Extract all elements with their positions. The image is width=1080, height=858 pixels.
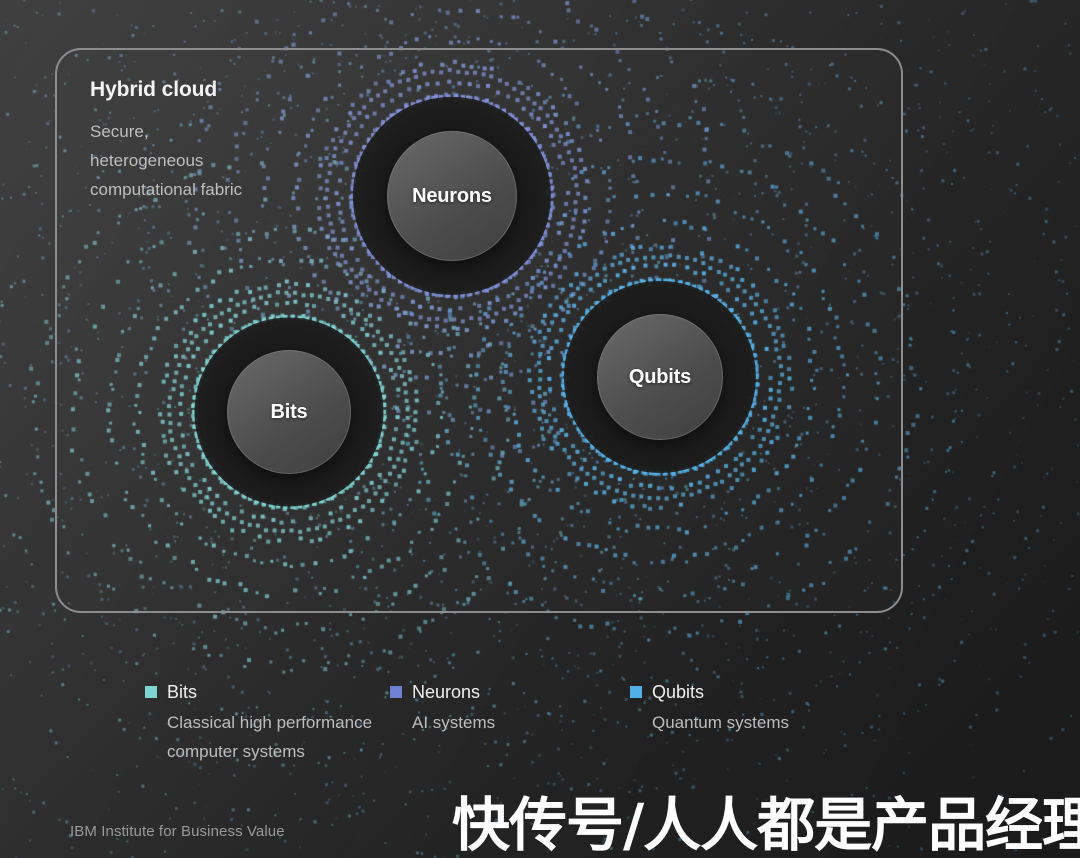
footer-attribution: IBM Institute for Business Value	[70, 823, 285, 840]
legend-swatch-bits	[145, 686, 157, 698]
node-orb-qubits[interactable]: Qubits	[597, 314, 723, 440]
legend: Bits Classical high performance computer …	[145, 680, 965, 790]
node-orb-neurons[interactable]: Neurons	[387, 131, 517, 261]
legend-item-title: Bits	[167, 682, 198, 702]
panel-title: Hybrid cloud	[90, 78, 218, 101]
legend-item-header: Bits	[145, 680, 375, 704]
legend-item-qubits: Qubits Quantum systems	[630, 680, 860, 737]
node-orb-bits[interactable]: Bits	[227, 350, 351, 474]
node-orb-label: Bits	[270, 400, 308, 423]
slide-canvas: Hybrid cloud Secure, heterogeneous compu…	[0, 0, 1080, 858]
legend-item-header: Neurons	[390, 680, 620, 704]
legend-swatch-neurons	[390, 686, 402, 698]
legend-item-title: Qubits	[652, 682, 705, 702]
legend-swatch-qubits	[630, 686, 642, 698]
legend-item-header: Qubits	[630, 680, 860, 704]
legend-item-neurons: Neurons AI systems	[390, 680, 620, 737]
watermark-text: 快传号/人人都是产品经理	[452, 791, 1080, 858]
node-orb-label: Qubits	[628, 365, 692, 388]
legend-item-title: Neurons	[412, 682, 481, 702]
panel-subtitle: Secure, heterogeneous computational fabr…	[90, 122, 243, 199]
node-orb-label: Neurons	[412, 184, 492, 207]
legend-item-description: AI systems	[412, 713, 496, 732]
legend-item-description: Quantum systems	[652, 713, 789, 732]
legend-item-bits: Bits Classical high performance computer …	[145, 680, 375, 766]
legend-item-description: Classical high performance computer syst…	[167, 713, 373, 761]
